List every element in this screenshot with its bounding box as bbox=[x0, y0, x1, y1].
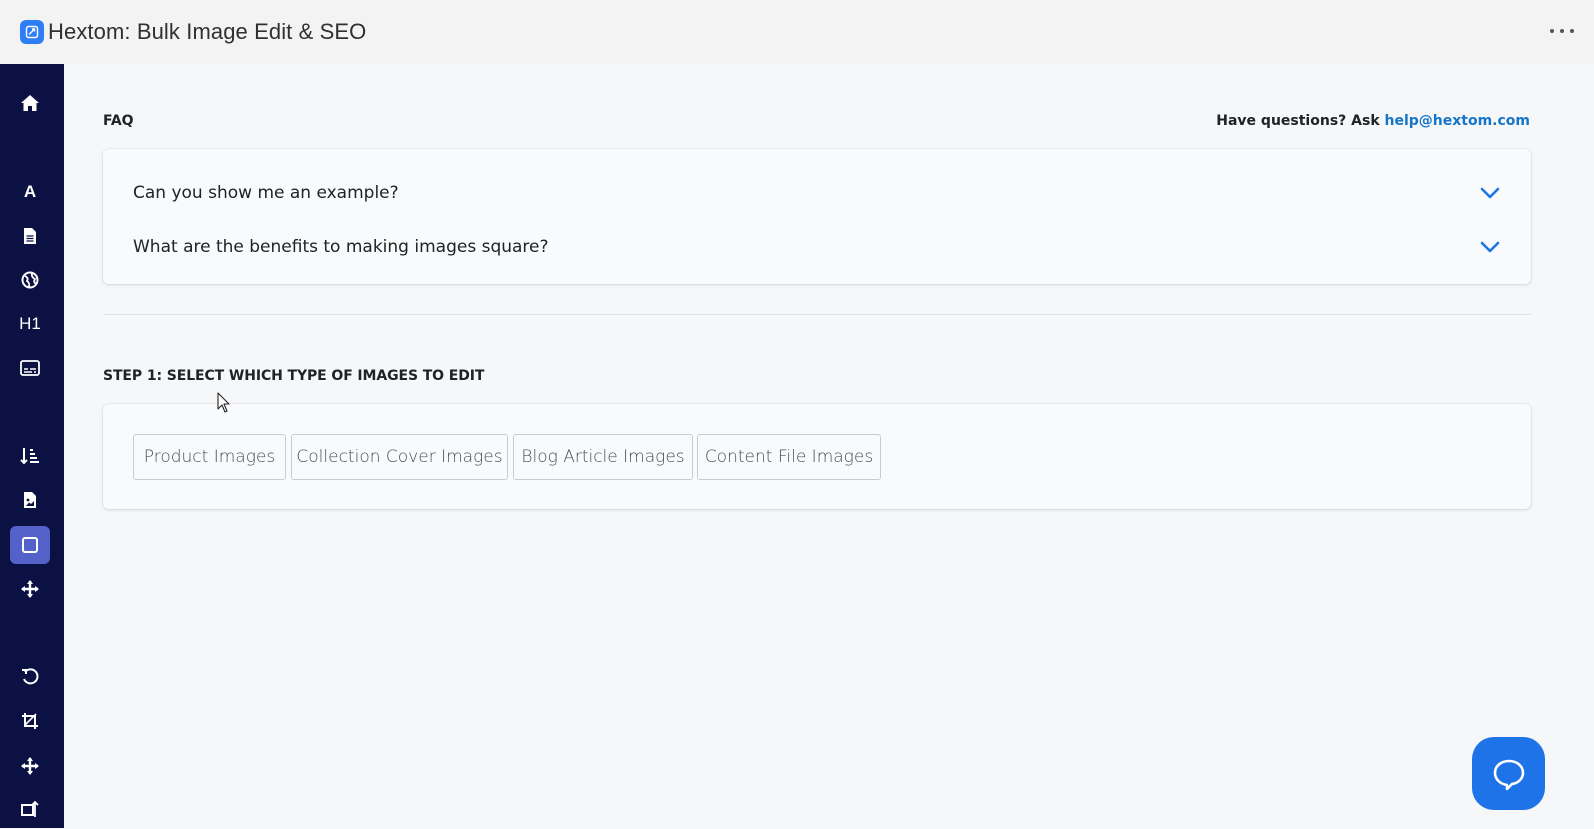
image-type-card: Product Images Collection Cover Images B… bbox=[103, 404, 1531, 509]
sidebar-item-square[interactable] bbox=[10, 526, 50, 564]
sidebar-item-home[interactable] bbox=[10, 84, 50, 122]
undo-icon bbox=[22, 668, 39, 685]
step1-heading: STEP 1: SELECT WHICH TYPE OF IMAGES TO E… bbox=[103, 368, 485, 384]
sidebar-item-sort[interactable] bbox=[10, 437, 50, 475]
main-content: FAQ Have questions? Ask help@hextom.com … bbox=[64, 64, 1594, 828]
sidebar-item-seo[interactable] bbox=[10, 261, 50, 299]
sidebar-item-move[interactable] bbox=[10, 570, 50, 608]
help-line: Have questions? Ask help@hextom.com bbox=[1216, 113, 1530, 129]
hextom-logo-icon bbox=[20, 20, 44, 44]
sidebar-item-alt-text[interactable]: A bbox=[10, 173, 50, 211]
sidebar-item-heading[interactable]: H1 bbox=[10, 305, 50, 343]
blog-article-images-button[interactable]: Blog Article Images bbox=[513, 434, 693, 480]
mouse-cursor-icon bbox=[217, 392, 231, 419]
sidebar: A H1 bbox=[0, 64, 64, 828]
app-title: Hextom: Bulk Image Edit & SEO bbox=[48, 19, 367, 44]
sidebar-item-position[interactable] bbox=[10, 747, 50, 785]
home-icon bbox=[21, 95, 39, 111]
more-options-icon[interactable] bbox=[1550, 22, 1574, 40]
faq-item[interactable]: What are the benefits to making images s… bbox=[133, 227, 1501, 267]
move-icon bbox=[21, 580, 39, 598]
sidebar-item-file-name[interactable] bbox=[10, 217, 50, 255]
move-icon-2 bbox=[21, 757, 39, 775]
chevron-down-icon[interactable] bbox=[1479, 182, 1501, 204]
help-email-link[interactable]: help@hextom.com bbox=[1385, 113, 1531, 129]
crop-icon bbox=[22, 713, 38, 729]
faq-question: Can you show me an example? bbox=[133, 183, 399, 203]
chevron-down-icon[interactable] bbox=[1479, 236, 1501, 258]
collection-cover-images-button[interactable]: Collection Cover Images bbox=[291, 434, 508, 480]
faq-item[interactable]: Can you show me an example? bbox=[133, 173, 1501, 213]
chat-button[interactable] bbox=[1472, 737, 1545, 810]
faq-question: What are the benefits to making images s… bbox=[133, 237, 549, 257]
section-divider bbox=[103, 314, 1531, 315]
square-icon bbox=[22, 537, 38, 553]
sort-icon bbox=[20, 448, 39, 465]
font-icon: A bbox=[23, 182, 37, 201]
sidebar-item-resize[interactable] bbox=[10, 791, 50, 829]
app-header: Hextom: Bulk Image Edit & SEO bbox=[0, 0, 1594, 64]
faq-heading: FAQ bbox=[103, 113, 134, 129]
content-file-images-button[interactable]: Content File Images bbox=[697, 434, 881, 480]
resize-icon bbox=[21, 801, 39, 817]
help-prefix: Have questions? Ask bbox=[1216, 113, 1385, 129]
image-file-icon bbox=[24, 492, 36, 508]
sidebar-item-caption[interactable] bbox=[10, 349, 50, 387]
globe-icon bbox=[21, 271, 39, 289]
faq-card: Can you show me an example? What are the… bbox=[103, 149, 1531, 284]
sidebar-item-crop[interactable] bbox=[10, 702, 50, 740]
heading-icon: H1 bbox=[19, 314, 41, 333]
sidebar-item-undo[interactable] bbox=[10, 658, 50, 696]
file-icon bbox=[24, 228, 36, 244]
sidebar-item-image-file[interactable] bbox=[10, 481, 50, 519]
caption-icon bbox=[20, 360, 40, 376]
chat-bubble-icon bbox=[1493, 759, 1524, 790]
product-images-button[interactable]: Product Images bbox=[133, 434, 286, 480]
